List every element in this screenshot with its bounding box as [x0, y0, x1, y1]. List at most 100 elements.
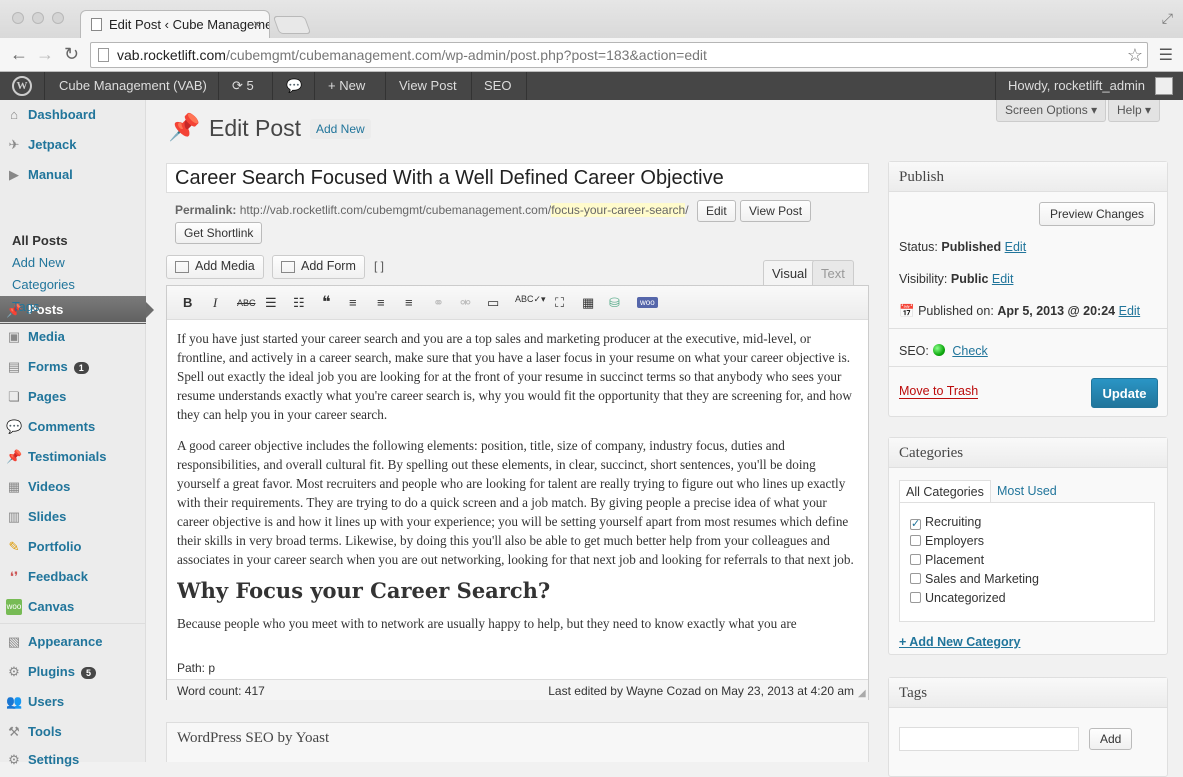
menu-feedback[interactable]: ❛❜ Feedback	[0, 562, 146, 592]
forward-icon[interactable]: →	[36, 44, 54, 65]
back-icon[interactable]: ←	[10, 44, 28, 65]
edit-status-link[interactable]: Edit	[1005, 240, 1027, 254]
fullscreen-icon[interactable]: ⛶	[555, 295, 564, 311]
menu-videos[interactable]: ▦ Videos	[0, 472, 146, 502]
resize-handle-icon[interactable]: ◢	[858, 688, 866, 699]
update-button[interactable]: Update	[1091, 378, 1158, 408]
menu-comments[interactable]: 💬 Comments	[0, 412, 146, 442]
menu-manual[interactable]: ▶ Manual	[0, 160, 146, 190]
checkbox-icon[interactable]	[910, 592, 921, 603]
align-left-icon[interactable]: ≡	[349, 295, 357, 310]
minimize-window-button[interactable]	[32, 12, 44, 24]
bookmark-star-icon[interactable]: ☆	[1127, 45, 1143, 66]
submenu-all-posts[interactable]: All Posts	[12, 233, 68, 248]
submenu-tags[interactable]: Tags	[12, 299, 39, 314]
reload-icon[interactable]: ↻	[64, 44, 79, 65]
tag-input[interactable]	[899, 727, 1079, 751]
users-icon: 👥	[6, 694, 23, 709]
italic-icon[interactable]: I	[213, 295, 217, 311]
add-new-category-link[interactable]: + Add New Category	[899, 635, 1020, 649]
fullscreen-icon[interactable]: ⤢	[1162, 10, 1173, 27]
edit-visibility-link[interactable]: Edit	[992, 272, 1014, 286]
view-post-button[interactable]: View Post	[740, 200, 812, 222]
woo-shortcode-icon[interactable]: woo	[637, 297, 658, 308]
menu-jetpack[interactable]: ✈ Jetpack	[0, 130, 146, 160]
new-content-link[interactable]: + New	[328, 78, 365, 93]
bold-icon[interactable]: B	[183, 295, 192, 310]
view-post-link[interactable]: View Post	[399, 78, 457, 93]
tab-all-categories[interactable]: All Categories	[899, 480, 991, 503]
tab-text[interactable]: Text	[812, 260, 854, 285]
menu-canvas[interactable]: woo Canvas	[0, 592, 146, 622]
align-center-icon[interactable]: ≡	[377, 295, 385, 310]
more-tag-icon[interactable]: ▭	[487, 295, 499, 311]
updates-link[interactable]: ⟳ 5	[232, 78, 254, 94]
menu-slides[interactable]: ▥ Slides	[0, 502, 146, 532]
screen-options-button[interactable]: Screen Options ▾	[996, 100, 1107, 122]
checkbox-icon[interactable]	[910, 535, 921, 546]
menu-testimonials[interactable]: 📌 Testimonials	[0, 442, 146, 472]
close-tab-icon[interactable]: ×	[253, 16, 261, 32]
maximize-window-button[interactable]	[52, 12, 64, 24]
menu-dashboard[interactable]: ⌂ Dashboard	[0, 100, 146, 130]
checkbox-checked-icon[interactable]: ✓	[910, 519, 921, 530]
menu-forms[interactable]: ▤ Forms 1	[0, 352, 146, 382]
edit-date-link[interactable]: Edit	[1119, 304, 1141, 318]
add-new-post-button[interactable]: Add New	[310, 119, 371, 139]
add-tag-button[interactable]: Add	[1089, 728, 1133, 750]
add-form-button[interactable]: Add Form	[272, 255, 365, 279]
permalink-slug[interactable]: focus-your-career-search	[551, 203, 686, 217]
menu-pages[interactable]: ❏ Pages	[0, 382, 146, 412]
seo-check-link[interactable]: Check	[952, 344, 987, 358]
post-title-input[interactable]: Career Search Focused With a Well Define…	[166, 163, 869, 193]
browser-menu-icon[interactable]: ☰	[1159, 45, 1173, 65]
add-media-button[interactable]: Add Media	[166, 255, 264, 279]
spellcheck-icon[interactable]: ABC✓▾	[515, 294, 546, 305]
blockquote-icon[interactable]: ❝	[322, 292, 331, 312]
howdy-link[interactable]: Howdy, rocketlift_admin	[1008, 78, 1145, 93]
bullet-list-icon[interactable]: ☰	[265, 295, 277, 311]
editor-status-bar: Word count: 417 Last edited by Wayne Coz…	[167, 679, 868, 700]
comments-icon[interactable]: 💬	[286, 78, 302, 94]
move-to-trash-link[interactable]: Move to Trash	[899, 384, 979, 399]
tab-most-used[interactable]: Most Used	[991, 480, 1063, 502]
checkbox-icon[interactable]	[910, 554, 921, 565]
address-bar[interactable]: vab.rocketlift.com/cubemgmt/cubemanageme…	[90, 42, 1148, 68]
strikethrough-icon[interactable]: ABC	[237, 298, 256, 308]
menu-media[interactable]: ▣ Media	[0, 322, 146, 352]
submenu-categories[interactable]: Categories	[12, 277, 75, 292]
preview-changes-button[interactable]: Preview Changes	[1039, 202, 1156, 226]
close-window-button[interactable]	[12, 12, 24, 24]
category-item[interactable]: Employers	[910, 534, 984, 548]
link-icon[interactable]: ⚭	[433, 295, 444, 311]
submenu-add-new[interactable]: Add New	[12, 255, 65, 270]
wordpress-logo-icon[interactable]: W	[12, 76, 32, 96]
menu-users[interactable]: 👥 Users	[0, 687, 146, 717]
menu-appearance[interactable]: ▧ Appearance	[0, 627, 146, 657]
database-add-icon[interactable]: ⛁	[609, 295, 620, 311]
menu-portfolio[interactable]: ✎ Portfolio	[0, 532, 146, 562]
kitchen-sink-icon[interactable]: ▦	[582, 295, 594, 311]
shortcode-bracket-button[interactable]: [ ]	[374, 259, 384, 273]
seo-link[interactable]: SEO	[484, 78, 511, 93]
site-name-link[interactable]: Cube Management (VAB)	[59, 78, 207, 93]
checkbox-icon[interactable]	[910, 573, 921, 584]
menu-settings[interactable]: ⚙ Settings	[0, 745, 146, 775]
menu-tools[interactable]: ⚒ Tools	[0, 717, 146, 747]
category-item[interactable]: Sales and Marketing	[910, 572, 1039, 586]
unlink-icon[interactable]: ⚮	[460, 295, 471, 311]
get-shortlink-button[interactable]: Get Shortlink	[175, 222, 263, 244]
edit-permalink-button[interactable]: Edit	[697, 200, 736, 222]
browser-tab[interactable]: Edit Post ‹ Cube Management ×	[80, 10, 270, 38]
category-item[interactable]: Uncategorized	[910, 591, 1006, 605]
new-tab-button[interactable]	[272, 16, 312, 34]
numbered-list-icon[interactable]: ☷	[293, 295, 305, 311]
help-button[interactable]: Help ▾	[1108, 100, 1161, 122]
editor-content[interactable]: If you have just started your career sea…	[177, 329, 859, 649]
avatar[interactable]	[1155, 77, 1173, 95]
category-item[interactable]: ✓ Recruiting	[910, 515, 981, 530]
tab-visual[interactable]: Visual	[763, 260, 817, 285]
align-right-icon[interactable]: ≡	[405, 295, 413, 310]
category-item[interactable]: Placement	[910, 553, 984, 567]
menu-plugins[interactable]: ⚙ Plugins 5	[0, 657, 146, 687]
